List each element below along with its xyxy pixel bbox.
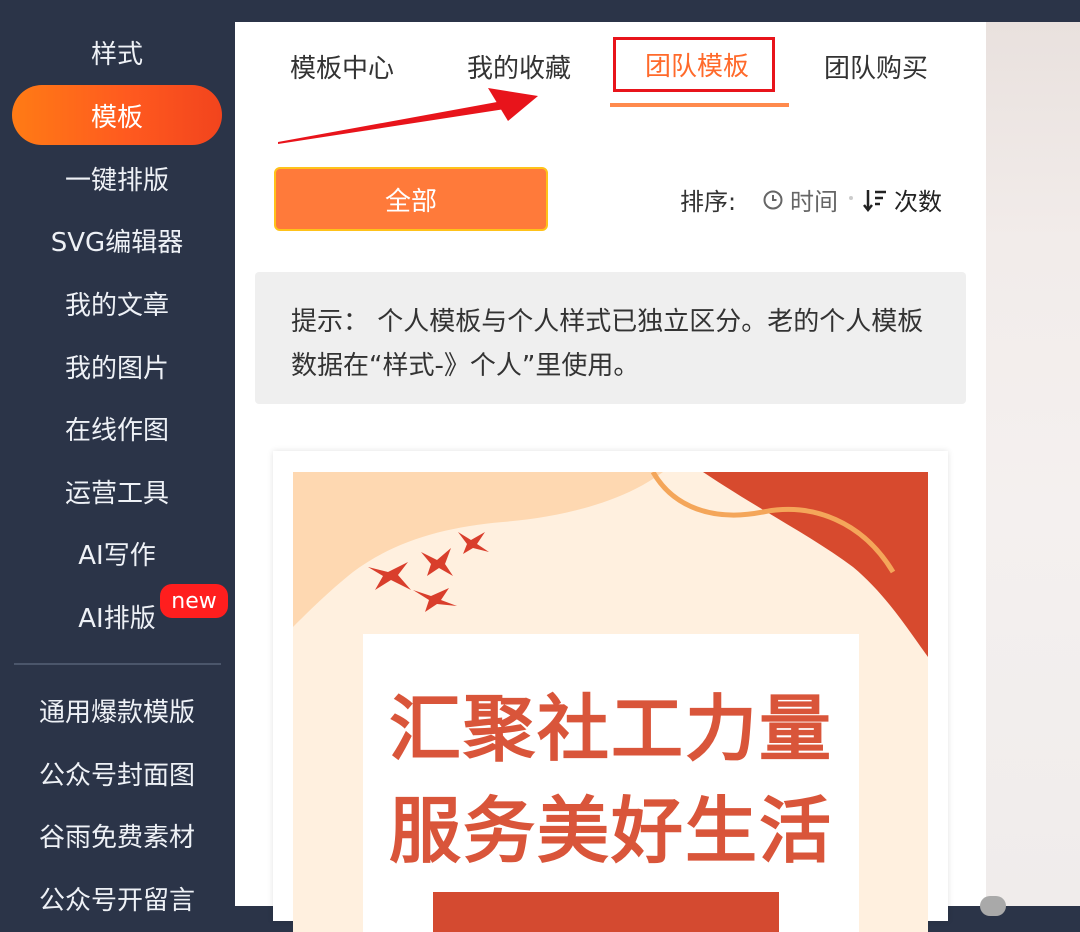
tab-label: 我的收藏 [467, 53, 572, 84]
sidebar-item-label: 谷雨免费素材 [38, 822, 195, 853]
tab-label: 团队购买 [824, 53, 929, 84]
sidebar-item-label: 我的文章 [64, 290, 169, 321]
new-badge: new [160, 584, 228, 618]
sidebar-item-my-articles[interactable]: 我的文章 [12, 273, 222, 333]
sidebar-item-templates[interactable]: 模板 [12, 85, 222, 145]
sidebar-item-online-drawing[interactable]: 在线作图 [12, 398, 222, 458]
scrollbar-handle[interactable] [980, 896, 1006, 916]
sidebar-item-my-images[interactable]: 我的图片 [12, 336, 222, 396]
sidebar-item-label: 在线作图 [64, 415, 169, 446]
sidebar-item-label: 模板 [90, 102, 143, 133]
sidebar-item-label: AI排版 [78, 603, 156, 634]
sort-separator [849, 196, 853, 200]
sidebar-item-cover-image[interactable]: 公众号封面图 [12, 743, 222, 803]
sidebar-item-ops-tools[interactable]: 运营工具 [12, 461, 222, 521]
sort-by-time-button[interactable]: 时间 [762, 182, 838, 217]
sort-by-count-button[interactable]: 次数 [862, 182, 942, 217]
background-backdrop [986, 22, 1080, 906]
template-card-bar [433, 892, 779, 932]
sidebar-divider [14, 663, 221, 665]
tip-box: 提示： 个人模板与个人样式已独立区分。老的个人模板数据在“样式-》个人”里使用。 [255, 272, 966, 404]
sidebar-item-label: 通用爆款模版 [38, 697, 195, 728]
clock-icon [763, 190, 783, 209]
sidebar-item-label: 运营工具 [64, 478, 169, 509]
active-tab-underline [610, 103, 789, 107]
template-thumbnail: 汇聚社工力量 服务美好生活 [293, 472, 928, 932]
tip-text: 提示： 个人模板与个人样式已独立区分。老的个人模板数据在“样式-》个人”里使用。 [291, 307, 924, 381]
all-filter-button[interactable]: 全部 [274, 167, 548, 231]
headline-line-2: 服务美好生活 [388, 789, 833, 873]
pointer-arrow-icon [278, 88, 538, 144]
sort-time-label: 时间 [790, 188, 838, 216]
sidebar-item-svg-editor[interactable]: SVG编辑器 [12, 210, 222, 270]
sidebar-item-free-assets[interactable]: 谷雨免费素材 [12, 805, 222, 865]
sidebar-item-label: 一键排版 [64, 165, 169, 196]
sidebar-item-label: 公众号封面图 [38, 760, 195, 791]
sidebar-item-label: 样式 [90, 39, 143, 70]
headline-box: 汇聚社工力量 服务美好生活 [363, 634, 859, 932]
sidebar-item-label: AI写作 [78, 540, 156, 571]
sidebar-item-popular-templates[interactable]: 通用爆款模版 [12, 680, 222, 740]
sort-count-label: 次数 [894, 188, 942, 216]
tab-team-purchase[interactable]: 团队购买 [824, 44, 928, 88]
sidebar: 样式 模板 一键排版 SVG编辑器 我的文章 我的图片 在线作图 运营工具 AI… [0, 0, 235, 916]
sidebar-item-open-comments[interactable]: 公众号开留言 [12, 868, 222, 928]
sort-descending-icon [863, 189, 886, 212]
sidebar-item-label: 公众号开留言 [38, 885, 195, 916]
template-card[interactable]: 汇聚社工力量 服务美好生活 [273, 451, 948, 932]
tab-highlight-box [613, 37, 775, 92]
headline-line-1: 汇聚社工力量 [388, 687, 833, 771]
sidebar-item-ai-writing[interactable]: AI写作 [12, 523, 222, 583]
sidebar-item-label: SVG编辑器 [50, 227, 184, 258]
sidebar-item-styles[interactable]: 样式 [12, 22, 222, 82]
tab-label: 模板中心 [290, 53, 395, 84]
sidebar-item-one-click-layout[interactable]: 一键排版 [12, 148, 222, 208]
sort-label: 排序: [680, 188, 737, 216]
sidebar-item-label: 我的图片 [64, 353, 169, 384]
